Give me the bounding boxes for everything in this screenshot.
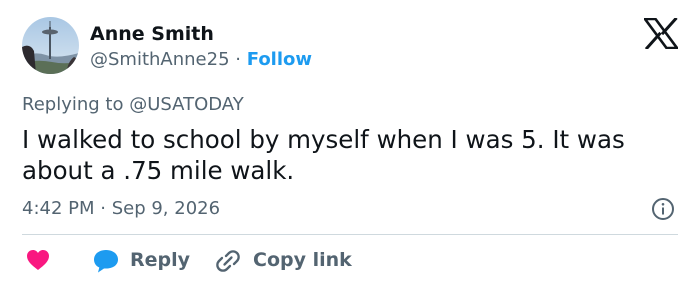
avatar[interactable] [22,17,79,74]
author-name[interactable]: Anne Smith [90,22,214,46]
reply-label: Reply [130,249,191,271]
heart-icon[interactable] [26,249,50,273]
tweet-text: I walked to school by myself when I was … [22,125,625,185]
reply-context: Replying to @USATODAY [22,93,244,117]
divider [22,234,678,235]
handle-separator: · [235,49,242,70]
avatar-photo [22,17,79,74]
info-icon[interactable] [651,197,675,221]
reply-context-prefix: Replying to [22,94,124,115]
author-handle-row: @SmithAnne25 · Follow [90,48,312,72]
copy-link-label: Copy link [253,249,352,271]
x-logo-icon[interactable] [642,16,680,51]
link-icon [216,250,240,272]
reply-context-mention[interactable]: @USATODAY [129,94,243,115]
tweet-timestamp[interactable]: 4:42 PM · Sep 9, 2026 [22,197,220,221]
follow-button[interactable]: Follow [247,49,312,70]
tweet-card: Anne Smith @SmithAnne25 · Follow Replyin… [0,0,700,287]
speech-bubble-icon [94,250,118,273]
author-handle[interactable]: @SmithAnne25 [90,49,230,70]
